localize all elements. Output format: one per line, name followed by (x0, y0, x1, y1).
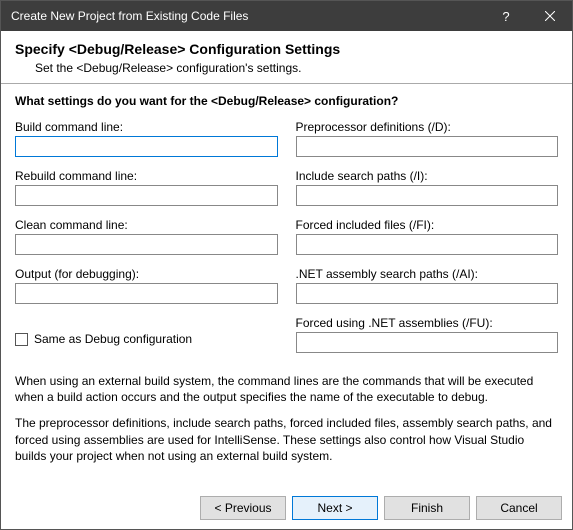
next-button[interactable]: Next > (292, 496, 378, 520)
forcedinc-input[interactable] (296, 234, 559, 255)
include-label: Include search paths (/I): (296, 169, 559, 183)
info-text: When using an external build system, the… (1, 373, 572, 464)
right-column: Preprocessor definitions (/D): Include s… (296, 118, 559, 363)
info-paragraph-2: The preprocessor definitions, include se… (15, 415, 558, 464)
info-paragraph-1: When using an external build system, the… (15, 373, 558, 405)
question-label: What settings do you want for the <Debug… (15, 94, 558, 108)
close-icon (545, 11, 555, 21)
same-as-debug-label: Same as Debug configuration (34, 332, 192, 346)
help-button[interactable]: ? (484, 1, 528, 31)
finish-button[interactable]: Finish (384, 496, 470, 520)
build-label: Build command line: (15, 120, 278, 134)
preproc-input[interactable] (296, 136, 559, 157)
cancel-button[interactable]: Cancel (476, 496, 562, 520)
titlebar: Create New Project from Existing Code Fi… (1, 1, 572, 31)
wizard-header: Specify <Debug/Release> Configuration Se… (1, 31, 572, 83)
page-subtitle: Set the <Debug/Release> configuration's … (15, 61, 558, 75)
output-input[interactable] (15, 283, 278, 304)
clean-input[interactable] (15, 234, 278, 255)
same-as-debug-row[interactable]: Same as Debug configuration (15, 332, 278, 346)
content-area: What settings do you want for the <Debug… (1, 84, 572, 363)
build-input[interactable] (15, 136, 278, 157)
forcedasm-input[interactable] (296, 332, 559, 353)
rebuild-input[interactable] (15, 185, 278, 206)
same-as-debug-checkbox[interactable] (15, 333, 28, 346)
asm-input[interactable] (296, 283, 559, 304)
previous-button[interactable]: < Previous (200, 496, 286, 520)
forcedasm-label: Forced using .NET assemblies (/FU): (296, 316, 559, 330)
asm-label: .NET assembly search paths (/AI): (296, 267, 559, 281)
wizard-footer: < Previous Next > Finish Cancel (1, 488, 572, 530)
forcedinc-label: Forced included files (/FI): (296, 218, 559, 232)
close-button[interactable] (528, 1, 572, 31)
output-label: Output (for debugging): (15, 267, 278, 281)
clean-label: Clean command line: (15, 218, 278, 232)
include-input[interactable] (296, 185, 559, 206)
rebuild-label: Rebuild command line: (15, 169, 278, 183)
preproc-label: Preprocessor definitions (/D): (296, 120, 559, 134)
window-title: Create New Project from Existing Code Fi… (11, 9, 484, 23)
left-column: Build command line: Rebuild command line… (15, 118, 278, 363)
page-title: Specify <Debug/Release> Configuration Se… (15, 41, 558, 57)
